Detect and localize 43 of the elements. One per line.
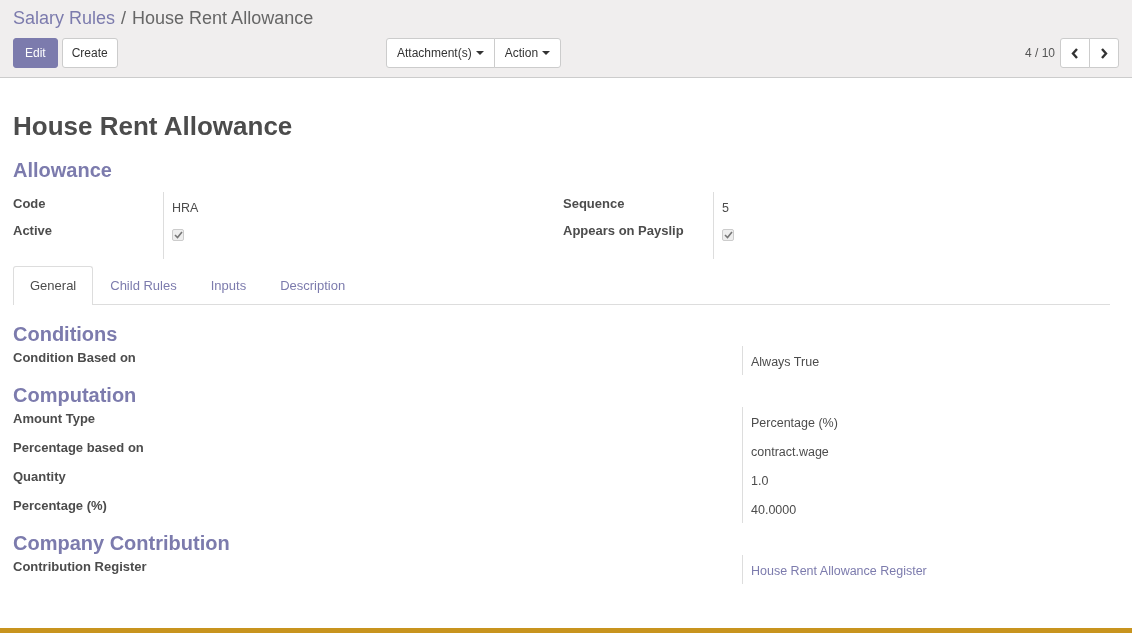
- field-label: Contribution Register: [13, 558, 148, 576]
- next-button[interactable]: [1089, 38, 1119, 68]
- field-value: Percentage (%): [751, 416, 838, 430]
- field-value: contract.wage: [751, 445, 829, 459]
- section-heading: Computation: [13, 383, 138, 407]
- breadcrumb-link[interactable]: Salary Rules: [13, 8, 116, 29]
- chevron-right-icon: [1100, 47, 1108, 59]
- field-label: Appears on Payslip: [563, 222, 685, 240]
- field-label: Percentage (%): [13, 497, 108, 515]
- field-value: 1.0: [751, 474, 769, 488]
- field-value: Always True: [751, 355, 820, 369]
- field-label: Code: [13, 195, 47, 213]
- previous-button[interactable]: [1060, 38, 1090, 68]
- field-value: HRA: [172, 201, 199, 215]
- category-heading: Allowance: [13, 158, 113, 182]
- field-label: Condition Based on: [13, 349, 137, 367]
- chevron-left-icon: [1071, 47, 1079, 59]
- field-label: Quantity: [13, 468, 67, 486]
- caret-icon: [475, 51, 484, 55]
- caret-icon: [542, 51, 551, 55]
- record-title: House Rent Allowance: [13, 111, 294, 141]
- field-value: 5: [722, 201, 729, 215]
- field-link[interactable]: House Rent Allowance Register: [751, 564, 927, 578]
- section-heading: Company Contribution: [13, 531, 231, 555]
- field-label: Percentage based on: [13, 439, 145, 457]
- field-label: Active: [13, 222, 54, 240]
- breadcrumb-separator: /: [121, 8, 127, 29]
- edit-button[interactable]: Edit: [13, 38, 58, 68]
- field-label: Amount Type: [13, 410, 97, 428]
- field-label: Sequence: [563, 195, 626, 213]
- section-heading: Conditions: [13, 322, 119, 346]
- checkbox[interactable]: [172, 229, 184, 241]
- breadcrumb-current: House Rent Allowance: [132, 8, 314, 29]
- attachments-dropdown[interactable]: Attachment(s): [386, 38, 495, 68]
- checkbox[interactable]: [722, 229, 734, 241]
- action-dropdown[interactable]: Action: [493, 38, 562, 68]
- tab[interactable]: Description: [263, 266, 363, 305]
- tab[interactable]: General: [13, 266, 94, 305]
- tab[interactable]: Child Rules: [93, 266, 194, 305]
- tab[interactable]: Inputs: [193, 266, 264, 305]
- field-value: 40.0000: [751, 503, 797, 517]
- create-button[interactable]: Create: [61, 38, 118, 68]
- pager-value: 4 / 10: [1024, 46, 1055, 60]
